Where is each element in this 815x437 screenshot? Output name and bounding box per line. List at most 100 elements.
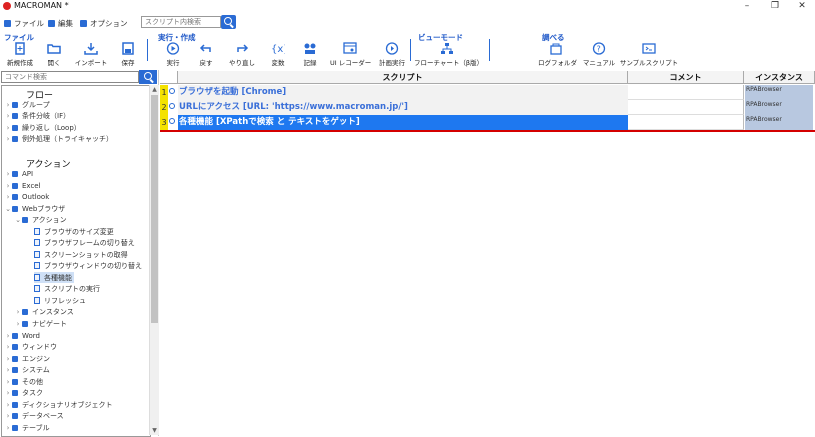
command-search-button[interactable] <box>139 70 157 84</box>
command-gear-icon <box>169 103 175 109</box>
tree-scrollbar[interactable]: ▲ ▼ <box>149 85 159 435</box>
tree-item-label: スクリーンショットの取得 <box>44 250 128 259</box>
tree-item-group[interactable]: › グループ <box>4 99 50 110</box>
tree-item-refresh[interactable]: リフレッシュ <box>34 295 86 306</box>
header-comment[interactable]: コメント <box>628 71 744 84</box>
scroll-up-icon[interactable]: ▲ <box>150 85 159 94</box>
menu-file[interactable]: ファイル <box>4 17 44 29</box>
script-search-input[interactable] <box>141 16 221 28</box>
options-menu-icon <box>80 19 87 27</box>
chevron-right-icon: › <box>6 331 10 340</box>
header-script[interactable]: スクリプト <box>178 71 628 84</box>
open-button[interactable]: 開く <box>36 42 72 68</box>
manual-button[interactable]: ? マニュアル <box>581 42 617 68</box>
tree-item-if[interactable]: › 条件分岐（IF） <box>4 110 71 121</box>
tree-item-webbrowser[interactable]: ⌄ Webブラウザ <box>4 203 65 214</box>
instance-cell[interactable]: RPABrowser <box>745 100 813 115</box>
undo-button[interactable]: 戻す <box>188 42 224 68</box>
chevron-right-icon: › <box>6 100 10 109</box>
tree-item-screenshot[interactable]: スクリーンショットの取得 <box>34 249 128 260</box>
command-search-input[interactable] <box>1 71 139 83</box>
tree-item-table[interactable]: › テーブル <box>4 422 50 433</box>
maximize-button[interactable]: ❐ <box>763 0 787 13</box>
tree-item-frame-switch[interactable]: ブラウザフレームの切り替え <box>34 237 135 248</box>
chevron-right-icon: › <box>6 134 10 143</box>
new-button[interactable]: 新規作成 <box>2 42 38 68</box>
tree-item-excel[interactable]: › Excel <box>4 180 41 191</box>
record-icon <box>304 43 316 54</box>
tree-item-loop[interactable]: › 繰り返し（Loop） <box>4 122 81 133</box>
tree-item-instance[interactable]: › インスタンス <box>14 306 74 317</box>
table-row[interactable]: 1 ブラウザを起動 [Chrome] RPABrowser <box>160 85 815 100</box>
instance-cell[interactable]: RPABrowser <box>745 85 813 100</box>
file-menu-icon <box>4 19 11 27</box>
tree-item-navigate[interactable]: › ナビゲート <box>14 318 67 329</box>
schedule-button[interactable]: 計画実行 <box>374 42 410 68</box>
tree-item-label: インスタンス <box>32 307 74 316</box>
script-search-button[interactable] <box>221 15 236 29</box>
chevron-right-icon: › <box>6 192 10 201</box>
table-row[interactable]: 2 URLにアクセス [URL: 'https://www.macroman.j… <box>160 100 815 115</box>
menu-options[interactable]: オプション <box>80 17 128 29</box>
ribbon-separator <box>410 39 411 61</box>
instance-cell[interactable]: RPABrowser <box>745 115 813 130</box>
tree-item-trycatch[interactable]: › 例外処理（トライキャッチ） <box>4 133 113 144</box>
run-button[interactable]: 実行 <box>155 42 191 68</box>
tree-item-label: 繰り返し（Loop） <box>22 123 81 132</box>
window-title: MACROMAN * <box>14 1 69 10</box>
script-cell[interactable]: 各種機能 [XPathで検索 と テキストをゲット] <box>178 115 628 130</box>
record-button[interactable]: 記録 <box>292 42 328 68</box>
menu-edit[interactable]: 編集 <box>48 17 73 29</box>
flowchart-icon <box>441 43 453 54</box>
tree-item-label: Webブラウザ <box>22 204 66 213</box>
new-file-icon <box>15 42 25 55</box>
tree-item-engine[interactable]: › エンジン <box>4 353 50 364</box>
tree-item-window-switch[interactable]: ブラウザウィンドウの切り替え <box>34 260 142 271</box>
scrollbar-thumb[interactable] <box>151 95 158 323</box>
table-row-selected[interactable]: 3 各種機能 [XPathで検索 と テキストをゲット] RPABrowser <box>160 115 815 130</box>
undo-button-label: 戻す <box>199 59 213 67</box>
variable-button[interactable]: {x} 変数 <box>260 42 296 68</box>
undo-icon <box>199 44 211 52</box>
chevron-right-icon: › <box>16 319 20 328</box>
chevron-down-icon: ⌄ <box>5 204 11 213</box>
menu-bar: ファイル 編集 オプション <box>0 15 815 31</box>
tree-item-label: ブラウザフレームの切り替え <box>44 238 135 247</box>
log-folder-button[interactable]: ログフォルダ <box>538 42 577 68</box>
comment-cell[interactable] <box>628 115 744 130</box>
minimize-button[interactable]: – <box>735 0 759 13</box>
sample-script-button[interactable]: サンプルスクリプト <box>619 42 679 68</box>
ui-recorder-button[interactable]: UI レコーダー <box>330 42 371 68</box>
tree-item-system[interactable]: › システム <box>4 364 50 375</box>
tree-item-dictionary[interactable]: › ディクショナリオブジェクト <box>4 399 113 410</box>
tree-item-database[interactable]: › データベース <box>4 410 64 421</box>
script-cell[interactable]: URLにアクセス [URL: 'https://www.macroman.jp/… <box>178 100 628 115</box>
flowchart-button[interactable]: フローチャート（β版） <box>414 42 483 68</box>
tree-item-wb-action[interactable]: ⌄ アクション <box>14 214 67 225</box>
node-icon <box>12 343 18 350</box>
tree-item-window[interactable]: › ウィンドウ <box>4 341 57 352</box>
redo-button[interactable]: やり直し <box>224 42 260 68</box>
import-button[interactable]: インポート <box>73 42 109 68</box>
tree-item-resize[interactable]: ブラウザのサイズ変更 <box>34 226 114 237</box>
scroll-down-icon[interactable]: ▼ <box>150 426 159 435</box>
schedule-button-label: 計画実行 <box>379 59 405 67</box>
title-bar: MACROMAN * – ❐ ✕ <box>0 0 815 13</box>
save-button[interactable]: 保存 <box>110 42 146 68</box>
comment-cell[interactable] <box>628 85 744 100</box>
node-icon <box>12 135 18 142</box>
chevron-right-icon: › <box>6 423 10 432</box>
command-doc-icon <box>34 228 40 235</box>
header-instance[interactable]: インスタンス <box>744 71 815 84</box>
tree-item-other[interactable]: › その他 <box>4 376 43 387</box>
tree-item-word[interactable]: › Word <box>4 330 40 341</box>
tree-item-api[interactable]: › API <box>4 168 33 179</box>
script-cell[interactable]: ブラウザを起動 [Chrome] <box>178 85 628 100</box>
tree-item-outlook[interactable]: › Outlook <box>4 191 50 202</box>
comment-cell[interactable] <box>628 100 744 115</box>
tree-item-various[interactable]: 各種機能 <box>34 272 74 283</box>
node-icon <box>12 182 18 189</box>
tree-item-run-script[interactable]: スクリプトの実行 <box>34 283 100 294</box>
close-button[interactable]: ✕ <box>790 0 814 13</box>
tree-item-task[interactable]: › タスク <box>4 387 43 398</box>
